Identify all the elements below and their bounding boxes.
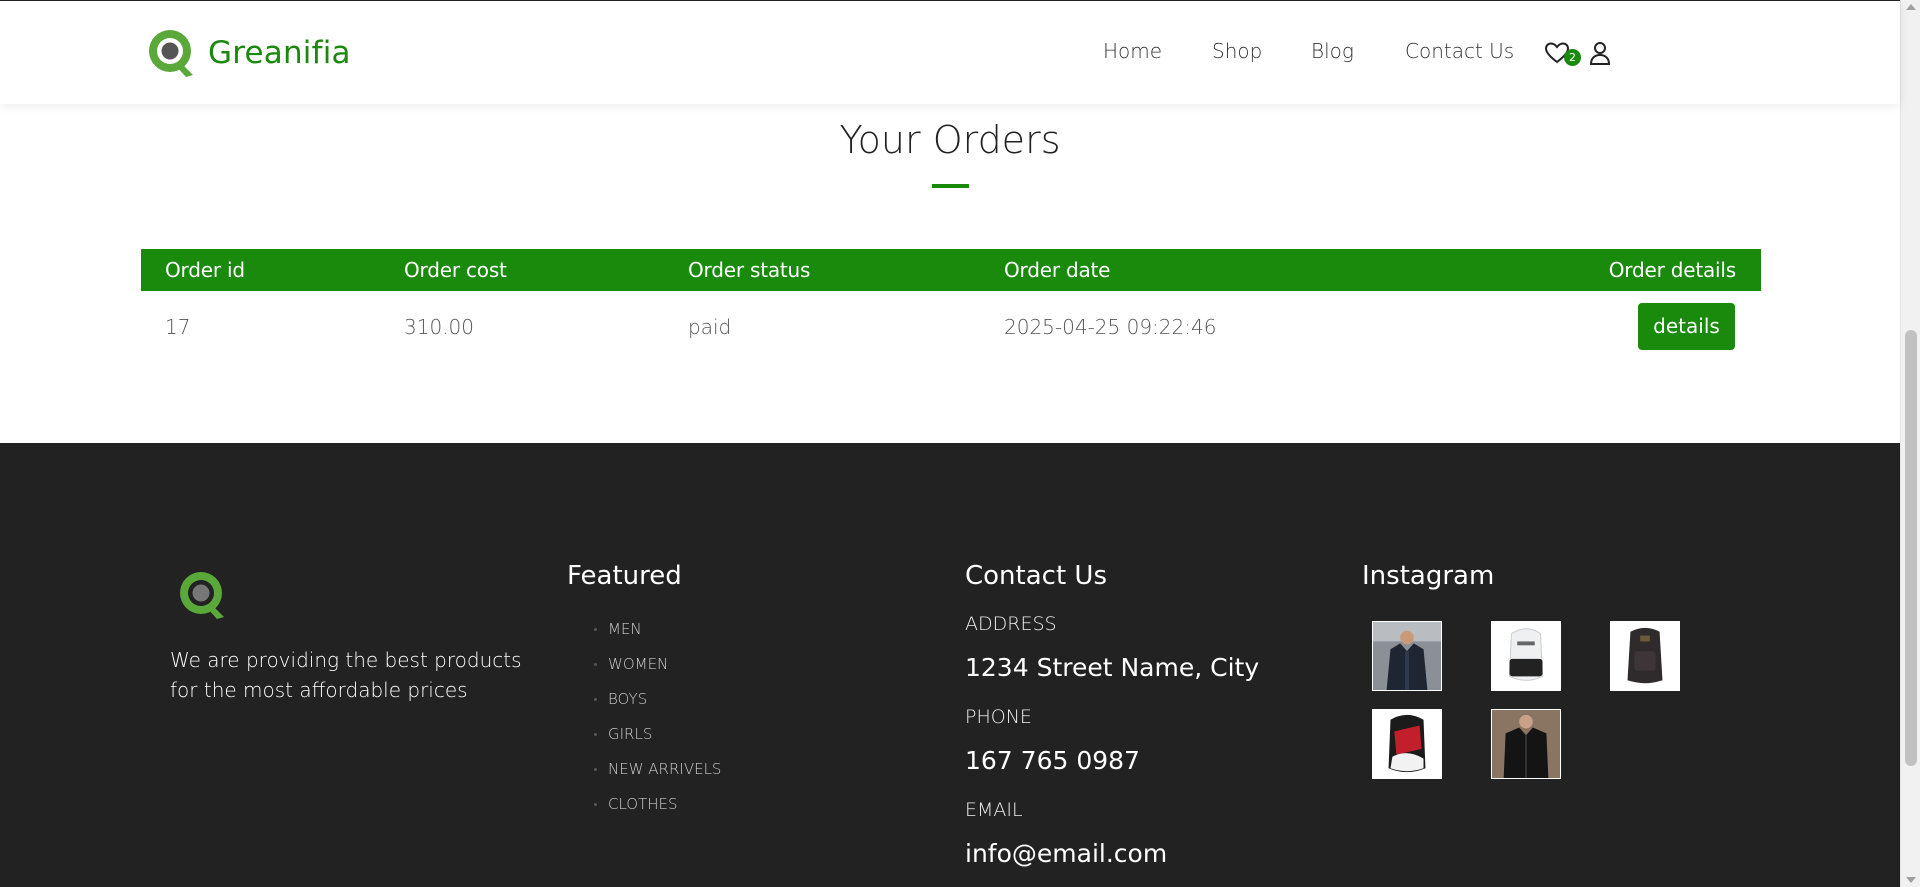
- header-order-id: Order id: [165, 258, 245, 282]
- header-order-date: Order date: [1004, 258, 1111, 282]
- orders-table: Order id Order cost Order status Order d…: [141, 249, 1761, 350]
- header-order-cost: Order cost: [404, 258, 507, 282]
- address-value: 1234 Street Name, City: [965, 653, 1260, 682]
- cell-order-status: paid: [688, 315, 732, 339]
- instagram-thumb-red-backpack[interactable]: [1372, 709, 1442, 779]
- site-footer: We are providing the best products for t…: [0, 443, 1900, 887]
- scroll-up-arrow-icon[interactable]: [1906, 4, 1916, 10]
- email-label: EMAIL: [965, 799, 1023, 821]
- footer-logo-icon: [180, 572, 224, 619]
- instagram-thumb-coat[interactable]: [1372, 621, 1442, 691]
- instagram-thumb-dark-backpack[interactable]: [1610, 621, 1680, 691]
- footer-featured-heading: Featured: [567, 561, 682, 591]
- nav-link-blog[interactable]: Blog: [1311, 39, 1354, 63]
- cell-order-id: 17: [165, 315, 191, 339]
- featured-link-girls[interactable]: GIRLS: [594, 724, 721, 759]
- footer-about-text: We are providing the best products for t…: [170, 648, 522, 702]
- footer-contact-heading: Contact Us: [965, 561, 1107, 591]
- logo-icon: [149, 30, 193, 77]
- nav-link-contact[interactable]: Contact Us: [1405, 39, 1514, 63]
- site-header: Greanifia Home Shop Blog Contact Us 2: [0, 0, 1900, 104]
- footer-instagram-heading: Instagram: [1362, 561, 1495, 591]
- brand-name: Greanifia: [208, 35, 351, 71]
- featured-link-clothes[interactable]: CLOTHES: [594, 794, 721, 829]
- orders-table-header: Order id Order cost Order status Order d…: [141, 249, 1761, 291]
- phone-label: PHONE: [965, 706, 1032, 728]
- cell-order-date: 2025-04-25 09:22:46: [1004, 315, 1217, 339]
- phone-value: 167 765 0987: [965, 746, 1140, 775]
- order-details-button[interactable]: details: [1638, 303, 1735, 350]
- featured-link-women[interactable]: WOMEN: [594, 654, 721, 689]
- header-order-status: Order status: [688, 258, 811, 282]
- address-label: ADDRESS: [965, 613, 1057, 635]
- instagram-thumb-white-backpack[interactable]: [1491, 621, 1561, 691]
- title-underline: [932, 184, 969, 188]
- page-title: Your Orders: [839, 118, 1061, 162]
- nav-link-home[interactable]: Home: [1103, 39, 1162, 63]
- featured-link-boys[interactable]: BOYS: [594, 689, 721, 724]
- page-scrollbar[interactable]: [1900, 0, 1920, 887]
- nav-link-shop[interactable]: Shop: [1212, 39, 1262, 63]
- wishlist-count-badge: 2: [1564, 49, 1581, 66]
- brand-logo[interactable]: Greanifia: [146, 27, 351, 79]
- header-order-details: Order details: [1608, 258, 1736, 282]
- featured-link-new-arrivals[interactable]: NEW ARRIVELS: [594, 759, 721, 794]
- instagram-thumb-black-jacket[interactable]: [1491, 709, 1561, 779]
- featured-link-men[interactable]: MEN: [594, 619, 721, 654]
- email-value[interactable]: info@email.com: [965, 839, 1167, 868]
- cell-order-cost: 310.00: [404, 315, 474, 339]
- scrollbar-thumb[interactable]: [1905, 330, 1917, 766]
- scroll-down-arrow-icon[interactable]: [1906, 877, 1916, 883]
- footer-featured-list: MEN WOMEN BOYS GIRLS NEW ARRIVELS CLOTHE…: [594, 619, 721, 829]
- user-icon[interactable]: [1589, 41, 1611, 65]
